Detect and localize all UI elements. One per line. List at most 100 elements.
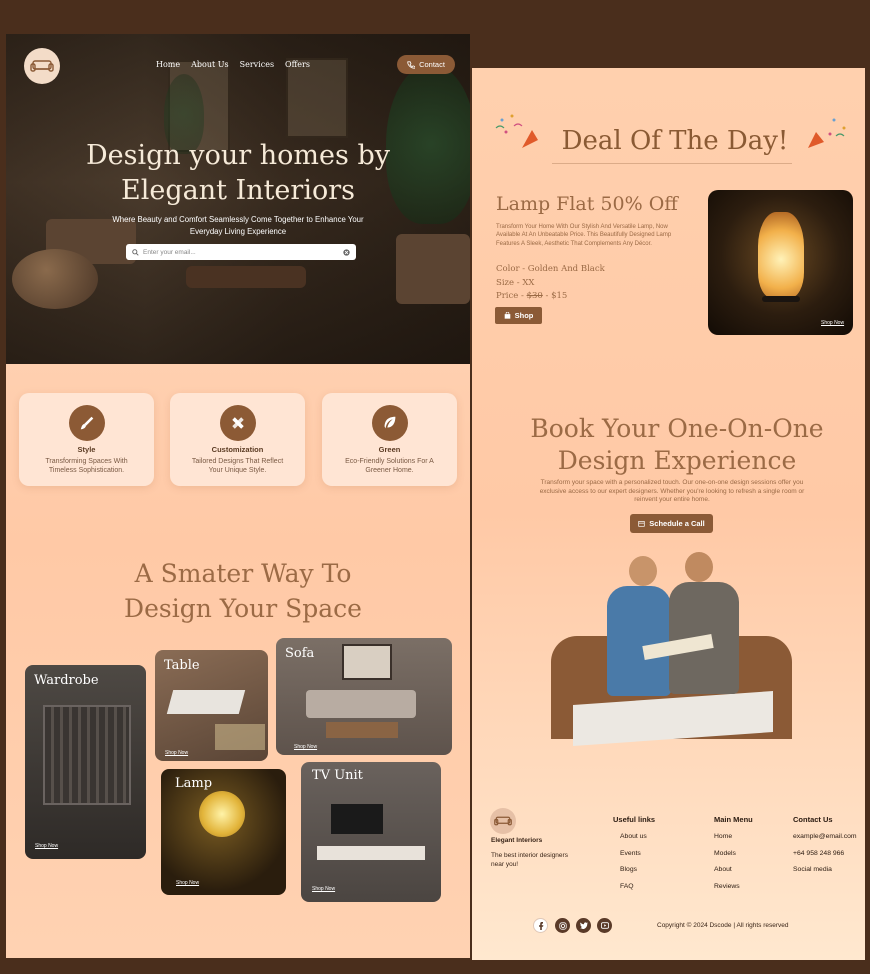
brand-logo[interactable] [24, 48, 60, 84]
nav-about[interactable]: About Us [191, 60, 228, 69]
footer-link-about-page[interactable]: About [714, 866, 753, 873]
contact-button[interactable]: Contact [397, 55, 455, 74]
deal-product-desc: Transform Your Home With Our Stylish And… [496, 224, 672, 247]
footer-link-blogs[interactable]: Blogs [613, 866, 655, 873]
main-nav: Home About Us Services Offers [156, 60, 310, 69]
footer-email[interactable]: example@email.com [793, 833, 857, 840]
email-search-bar[interactable]: Enter your email... [126, 244, 356, 260]
search-icon [132, 248, 139, 256]
shop-now-link[interactable]: Shop Now [821, 320, 844, 326]
person-body [607, 586, 671, 696]
footer-logo[interactable] [490, 808, 516, 834]
footer-brand: Elegant Interiors [491, 837, 543, 844]
category-label: Table [164, 658, 200, 673]
phone-icon [407, 60, 416, 69]
footer-link-models[interactable]: Models [714, 850, 753, 857]
footer-social-media[interactable]: Social media [793, 866, 857, 873]
pouf-decor [12, 249, 98, 309]
footer-tagline: The best interior designers near you! [491, 852, 568, 868]
category-card-tv-unit[interactable]: TV Unit Shop Now [301, 762, 441, 902]
tv-cabinet-image [317, 846, 425, 860]
category-card-lamp[interactable]: Lamp Shop Now [161, 769, 286, 895]
price-new: - $15 [542, 291, 568, 301]
price-old: $30 [526, 291, 543, 301]
feature-card-style: Style Transforming Spaces With Timeless … [19, 393, 154, 486]
deal-of-the-day-title: Deal Of The Day! [561, 126, 789, 156]
footer-col-title: Useful links [613, 815, 656, 824]
nav-offers[interactable]: Offers [285, 60, 310, 69]
coffee-table [186, 266, 306, 288]
feature-desc: Eco-Friendly Solutions For A Greener Hom… [345, 458, 434, 474]
person-head [685, 552, 713, 582]
category-card-wardrobe[interactable]: Wardrobe Shop Now [25, 665, 146, 859]
book-title-line2: Design Experience [557, 446, 797, 475]
instagram-icon[interactable] [555, 918, 570, 933]
schedule-call-button[interactable]: Schedule a Call [630, 514, 713, 533]
footer-useful-links: Useful links About us Events Blogs FAQ [613, 815, 655, 899]
book-title-line1: Book Your One-On-One [530, 414, 824, 443]
hero-title-line2: Elegant Interiors [121, 175, 355, 206]
feature-card-customization: Customization Tailored Designs That Refl… [170, 393, 305, 486]
smart-title-line2: Design Your Space [124, 594, 362, 623]
sofa-icon [30, 60, 54, 72]
category-label: Sofa [285, 646, 315, 661]
email-field[interactable]: Enter your email... [143, 249, 339, 256]
youtube-icon[interactable] [597, 918, 612, 933]
section-title-smarter-way: A Smater Way To Design Your Space [6, 556, 470, 626]
copyright-text: Copyright © 2024 Dscode | All rights res… [657, 922, 789, 929]
hero-title: Design your homes by Elegant Interiors [6, 138, 470, 208]
shop-button[interactable]: Shop [495, 307, 542, 324]
ruler-pencil-icon [219, 405, 256, 441]
footer-link-faq[interactable]: FAQ [613, 883, 655, 890]
twitter-icon[interactable] [576, 918, 591, 933]
footer-col-title: Main Menu [714, 815, 753, 824]
price-prefix: Price - [496, 291, 527, 301]
sofa-image [306, 690, 416, 718]
nav-services[interactable]: Services [240, 60, 274, 69]
lamp-globe-image [199, 791, 245, 837]
deal-product-title: Lamp Flat 50% Off [496, 193, 678, 215]
facebook-icon[interactable] [533, 918, 548, 933]
shop-now-link[interactable]: Shop Now [35, 843, 58, 849]
clear-icon[interactable] [343, 248, 350, 256]
footer-link-reviews[interactable]: Reviews [714, 883, 753, 890]
shop-now-link[interactable]: Shop Now [165, 750, 188, 756]
divider [552, 163, 792, 164]
footer-link-about[interactable]: About us [613, 833, 655, 840]
table-image [166, 690, 246, 714]
feature-desc: Transforming Spaces With Timeless Sophis… [45, 458, 128, 474]
shop-now-link[interactable]: Shop Now [176, 880, 199, 886]
footer-phone[interactable]: +64 958 248 966 [793, 850, 857, 857]
person-head [629, 556, 657, 586]
footer-link-events[interactable]: Events [613, 850, 655, 857]
contact-label: Contact [419, 60, 445, 69]
smart-title-line1: A Smater Way To [134, 559, 352, 588]
footer-col-title: Contact Us [793, 815, 833, 824]
category-label: Lamp [175, 776, 213, 791]
deal-size: Size - XX [496, 278, 535, 288]
feature-title: Customization [211, 445, 264, 454]
book-experience-desc: Transform your space with a personalized… [539, 479, 805, 503]
footer-main-menu: Main Menu Home Models About Reviews [714, 815, 753, 899]
wall-art [286, 58, 348, 138]
category-label: TV Unit [312, 768, 363, 783]
footer-contact: Contact Us example@email.com +64 958 248… [793, 815, 857, 883]
leaf-icon [371, 405, 408, 441]
designers-image [551, 548, 792, 746]
coffee-table-image [326, 722, 398, 738]
calendar-icon [638, 521, 645, 527]
shop-now-link[interactable]: Shop Now [294, 744, 317, 750]
nav-home[interactable]: Home [156, 60, 180, 69]
category-card-sofa[interactable]: Sofa Shop Now [276, 638, 452, 755]
footer-link-home[interactable]: Home [714, 833, 753, 840]
feature-title: Style [77, 445, 96, 454]
shop-now-link[interactable]: Shop Now [312, 886, 335, 892]
deal-color: Color - Golden And Black [496, 264, 605, 274]
deal-price: Price - $30 - $15 [496, 291, 567, 301]
lamp-product-image: Shop Now [708, 190, 853, 335]
landing-page-right: Deal Of The Day! Lamp Flat 50% Off Trans… [472, 68, 865, 960]
category-card-table[interactable]: Table Shop Now [155, 650, 268, 761]
painting-image [342, 644, 392, 680]
lamp-base [762, 296, 800, 302]
sofa-icon [494, 816, 512, 826]
